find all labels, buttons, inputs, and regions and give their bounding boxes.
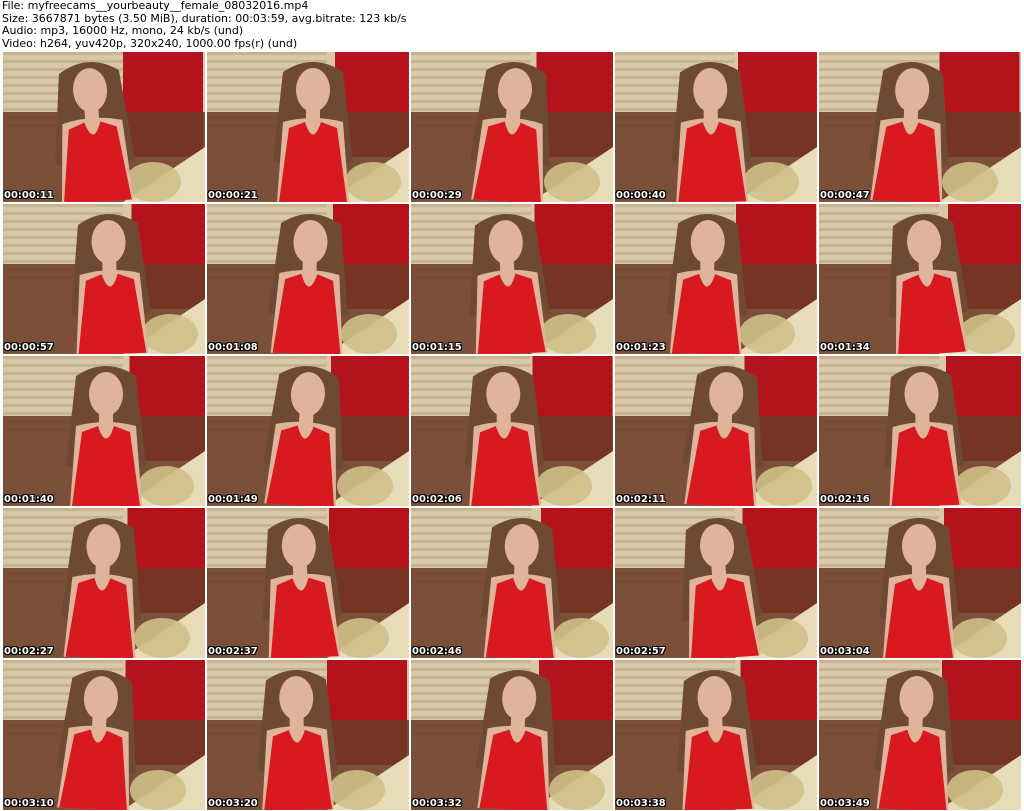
- thumbnail-image: [3, 508, 205, 658]
- thumbnail-image: [819, 660, 1021, 810]
- thumbnail-timestamp: 00:03:10: [4, 798, 54, 809]
- thumbnail-image: [207, 52, 409, 202]
- thumbnail-timestamp: 00:02:06: [412, 494, 462, 505]
- video-thumbnail: 00:01:40: [3, 356, 205, 506]
- video-thumbnail: 00:02:27: [3, 508, 205, 658]
- thumbnail-timestamp: 00:02:46: [412, 646, 462, 657]
- thumbnail-image: [819, 204, 1021, 354]
- thumbnail-image: [3, 52, 205, 202]
- thumbnail-image: [3, 660, 205, 810]
- thumbnail-timestamp: 00:01:49: [208, 494, 258, 505]
- thumbnail-image: [819, 52, 1021, 202]
- thumbnail-timestamp: 00:02:37: [208, 646, 258, 657]
- video-thumbnail: 00:02:11: [615, 356, 817, 506]
- thumbnail-timestamp: 00:03:38: [616, 798, 666, 809]
- video-thumbnail: 00:00:40: [615, 52, 817, 202]
- thumbnail-timestamp: 00:00:21: [208, 190, 258, 201]
- audio-info-line: Audio: mp3, 16000 Hz, mono, 24 kb/s (und…: [2, 24, 244, 37]
- thumbnail-image: [411, 52, 613, 202]
- video-thumbnail: 00:03:10: [3, 660, 205, 810]
- thumbnail-timestamp: 00:00:47: [820, 190, 870, 201]
- video-thumbnail: 00:03:32: [411, 660, 613, 810]
- video-thumbnail: 00:02:46: [411, 508, 613, 658]
- video-info-line: Video: h264, yuv420p, 320x240, 1000.00 f…: [2, 36, 298, 50]
- thumbnail-timestamp: 00:03:49: [820, 798, 870, 809]
- thumbnail-timestamp: 00:00:11: [4, 190, 54, 201]
- thumbnail-image: [615, 508, 817, 658]
- thumbnail-image: [615, 356, 817, 506]
- video-thumbnail: 00:02:06: [411, 356, 613, 506]
- video-thumbnail: 00:00:11: [3, 52, 205, 202]
- thumbnail-image: [411, 660, 613, 810]
- video-thumbnail: 00:01:34: [819, 204, 1021, 354]
- video-thumbnail: 00:02:16: [819, 356, 1021, 506]
- thumbnail-timestamp: 00:03:32: [412, 798, 462, 809]
- thumbnail-image: [3, 356, 205, 506]
- video-thumbnail: 00:02:37: [207, 508, 409, 658]
- thumbnail-timestamp: 00:01:08: [208, 342, 258, 353]
- thumbnail-image: [207, 660, 409, 810]
- video-thumbnail: 00:03:04: [819, 508, 1021, 658]
- thumbnail-image: [819, 356, 1021, 506]
- thumbnail-timestamp: 00:02:27: [4, 646, 54, 657]
- thumbnail-image: [615, 660, 817, 810]
- thumbnail-image: [819, 508, 1021, 658]
- video-thumbnail: 00:00:21: [207, 52, 409, 202]
- video-thumbnail: 00:03:38: [615, 660, 817, 810]
- video-thumbnail: 00:00:47: [819, 52, 1021, 202]
- thumbnail-timestamp: 00:03:20: [208, 798, 258, 809]
- thumbnail-image: [615, 52, 817, 202]
- thumbnail-timestamp: 00:00:40: [616, 190, 666, 201]
- thumbnail-image: [3, 204, 205, 354]
- video-thumbnail: 00:03:20: [207, 660, 409, 810]
- thumbnail-timestamp: 00:01:15: [412, 342, 462, 353]
- thumbnail-image: [207, 508, 409, 658]
- video-thumbnail: 00:01:08: [207, 204, 409, 354]
- thumbnail-timestamp: 00:03:04: [820, 646, 870, 657]
- thumbnail-timestamp: 00:02:11: [616, 494, 666, 505]
- thumbnail-image: [615, 204, 817, 354]
- thumbnail-timestamp: 00:01:34: [820, 342, 870, 353]
- video-thumbnail: 00:00:29: [411, 52, 613, 202]
- file-name-line: File: myfreecams__yourbeauty__female_080…: [2, 0, 309, 12]
- thumbnail-timestamp: 00:00:57: [4, 342, 54, 353]
- thumbnail-image: [411, 204, 613, 354]
- thumbnail-grid: 00:00:11 00:00:21 00:00:29 00:00:40 00:00:47…: [3, 52, 1021, 810]
- thumbnail-image: [411, 356, 613, 506]
- video-thumbnail: 00:03:49: [819, 660, 1021, 810]
- thumbnail-timestamp: 00:00:29: [412, 190, 462, 201]
- video-thumbnail: 00:02:57: [615, 508, 817, 658]
- video-thumbnail: 00:01:23: [615, 204, 817, 354]
- video-thumbnail: 00:00:57: [3, 204, 205, 354]
- thumbnail-image: [411, 508, 613, 658]
- thumbnail-image: [207, 204, 409, 354]
- thumbnail-timestamp: 00:02:57: [616, 646, 666, 657]
- thumbnail-timestamp: 00:01:40: [4, 494, 54, 505]
- video-thumbnail: 00:01:49: [207, 356, 409, 506]
- video-thumbnail: 00:01:15: [411, 204, 613, 354]
- thumbnail-image: [207, 356, 409, 506]
- file-info-header: File: myfreecams__yourbeauty__female_080…: [2, 0, 1022, 52]
- thumbnail-timestamp: 00:01:23: [616, 342, 666, 353]
- thumbnail-timestamp: 00:02:16: [820, 494, 870, 505]
